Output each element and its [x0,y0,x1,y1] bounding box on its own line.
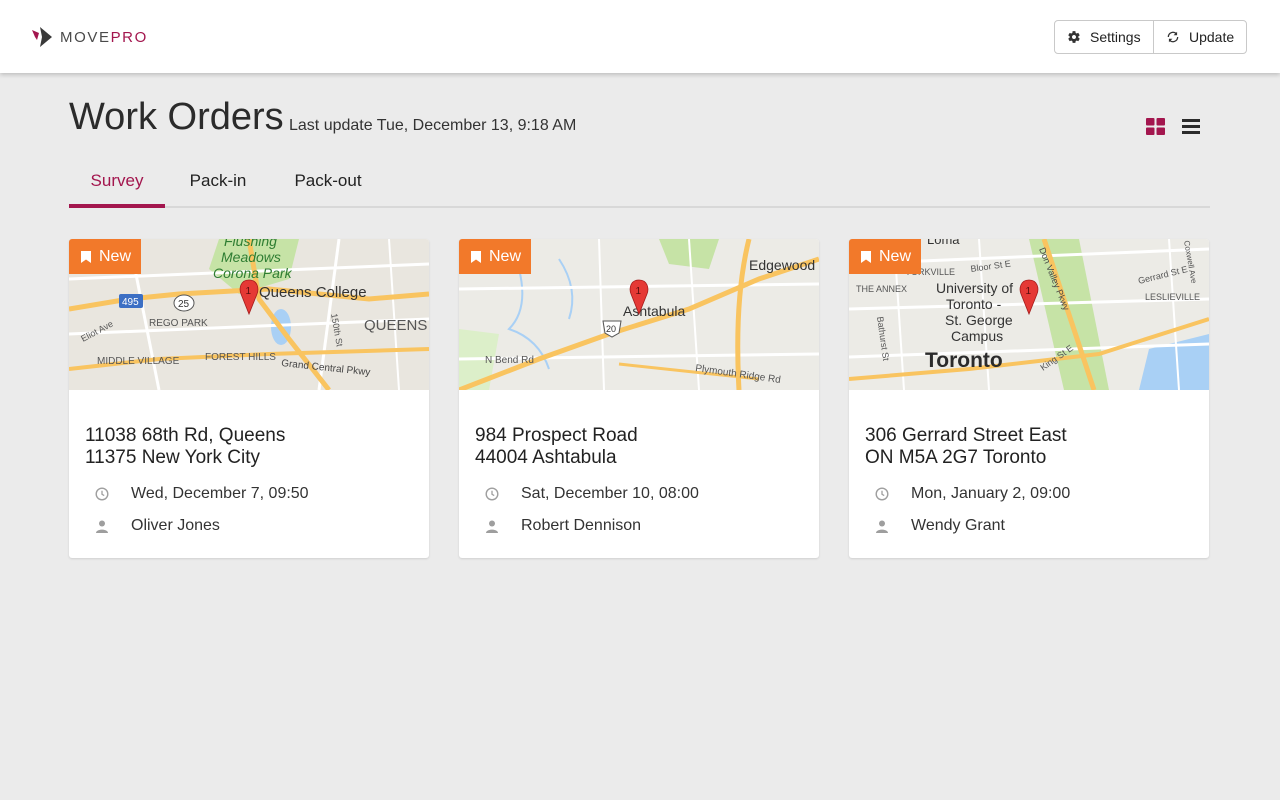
map-label: MIDDLE VILLAGE [97,356,180,367]
bookmark-icon [81,250,91,263]
badge-label: New [489,247,522,265]
logo-text-move: MOVE [60,28,111,46]
map-label: Queens College [259,284,367,301]
order-date: Mon, January 2, 09:00 [911,485,1071,502]
order-person-row: Wendy Grant [875,517,1005,535]
address-line-2: 44004 Ashtabula [475,447,617,468]
new-badge: New [849,239,921,274]
logo-wordmark: MOVEPRO [60,29,148,46]
bookmark-icon [471,250,481,263]
address-line-2: ON M5A 2G7 Toronto [865,447,1047,468]
last-update-text: Last update Tue, December 13, 9:18 AM [289,117,577,134]
map-shield-label: 20 [606,324,616,334]
order-person-row: Oliver Jones [95,517,220,535]
map-label: Toronto - [946,296,1002,312]
order-person-row: Robert Dennison [485,517,641,535]
address-line-1: 306 Gerrard Street East [865,425,1067,446]
work-order-card[interactable]: Edgewood Ashtabula N Bend Rd Plymouth Ri… [459,239,819,558]
address-line-2: 11375 New York City [85,447,260,468]
grid-view-icon [1146,118,1165,135]
grid-view-button[interactable] [1146,118,1165,140]
map-label: Corona Park [213,265,293,281]
order-type-tabs: Survey Pack-in Pack-out [69,163,1210,208]
order-address: 306 Gerrard Street East ON M5A 2G7 Toron… [865,425,1067,469]
map-label: Flushing [224,239,277,249]
top-bar: MOVEPRO Settings Update [0,0,1280,73]
person-icon [875,520,889,533]
new-badge: New [459,239,531,274]
map-label: REGO PARK [149,318,208,329]
tab-pack-out[interactable]: Pack-out [283,163,373,208]
map-label: Toronto [925,349,1003,372]
order-address: 984 Prospect Road 44004 Ashtabula [475,425,638,469]
update-button[interactable]: Update [1153,21,1246,53]
clock-icon [875,487,889,501]
map-shield-label: 495 [122,297,139,308]
map-label: University of [936,280,1013,296]
header-button-group: Settings Update [1054,20,1247,54]
work-order-card[interactable]: Loma YORKVILLE Bloor St E Don Valley Pkw… [849,239,1209,558]
map-label: Edgewood [749,257,815,273]
order-person: Wendy Grant [911,517,1005,534]
order-address: 11038 68th Rd, Queens 11375 New York Cit… [85,425,285,469]
svg-text:1: 1 [1026,286,1032,297]
page-title: Work Orders [69,96,284,138]
tab-pack-in[interactable]: Pack-in [179,163,257,208]
work-order-card[interactable]: Flushing Meadows Corona Park Queens Coll… [69,239,429,558]
map-label: FOREST HILLS [205,352,276,363]
settings-label: Settings [1090,29,1141,45]
order-date-row: Sat, December 10, 08:00 [485,485,699,503]
update-label: Update [1189,29,1235,45]
map-label: Loma [927,239,960,247]
order-person: Oliver Jones [131,517,220,534]
order-person: Robert Dennison [521,517,642,534]
map-label: Ashtabula [623,303,685,319]
map-label: Campus [951,328,1003,344]
address-line-1: 11038 68th Rd, Queens [85,425,286,446]
map-label: Meadows [221,249,281,265]
person-icon [485,520,499,533]
badge-label: New [879,247,912,265]
clock-icon [95,487,109,501]
order-date: Wed, December 7, 09:50 [131,485,309,502]
bookmark-icon [861,250,871,263]
map-label: N Bend Rd [485,355,534,366]
logo-arrow-icon [32,27,52,47]
list-view-icon [1182,119,1200,134]
logo-text-pro: PRO [110,28,148,46]
svg-text:1: 1 [636,286,642,297]
person-icon [95,520,109,533]
order-date-row: Wed, December 7, 09:50 [95,485,309,503]
settings-button[interactable]: Settings [1055,21,1153,53]
map-shield-label: 25 [178,299,190,310]
order-date: Sat, December 10, 08:00 [521,485,699,502]
svg-text:1: 1 [246,286,252,297]
tab-survey[interactable]: Survey [69,163,165,208]
map-label: St. George [945,312,1013,328]
new-badge: New [69,239,141,274]
clock-icon [485,487,499,501]
map-label: LESLIEVILLE [1145,292,1200,302]
map-label: THE ANNEX [856,284,907,294]
order-date-row: Mon, January 2, 09:00 [875,485,1070,503]
badge-label: New [99,247,132,265]
list-view-button[interactable] [1182,119,1200,139]
map-label: QUEENS [364,317,427,334]
refresh-icon [1166,30,1180,44]
movepro-logo[interactable]: MOVEPRO [32,27,148,47]
gear-icon [1067,30,1081,44]
address-line-1: 984 Prospect Road [475,425,638,446]
